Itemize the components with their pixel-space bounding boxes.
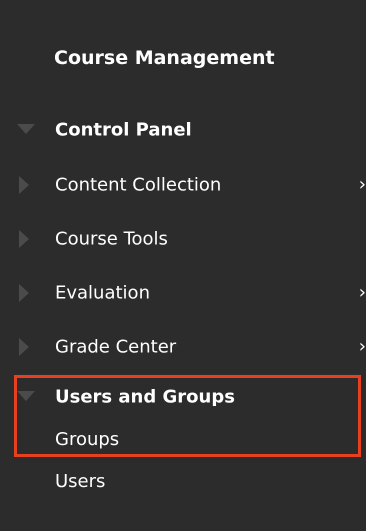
chevron-right-icon[interactable]: › (359, 284, 366, 302)
section-title: Course Management (54, 47, 275, 69)
menu-item-label: Course Tools (55, 228, 168, 250)
course-management-panel: Course Management Control Panel Content … (0, 0, 366, 531)
chevron-right-icon[interactable]: › (359, 176, 366, 194)
triangle-right-icon (19, 284, 29, 302)
menu-item-control-panel[interactable]: Control Panel (0, 110, 366, 150)
triangle-right-icon (19, 338, 29, 356)
menu-item-course-tools[interactable]: Course Tools (0, 219, 366, 259)
triangle-right-icon (19, 176, 29, 194)
submenu-item-users[interactable]: Users (55, 471, 105, 492)
highlight-box (14, 375, 361, 457)
triangle-right-icon (19, 230, 29, 248)
menu-item-content-collection[interactable]: Content Collection › (0, 165, 366, 205)
menu-item-grade-center[interactable]: Grade Center › (0, 327, 366, 367)
menu-item-label: Content Collection (55, 174, 222, 196)
chevron-right-icon[interactable]: › (359, 338, 366, 356)
triangle-down-icon (17, 124, 35, 134)
menu-item-label: Grade Center (55, 336, 177, 358)
menu-item-label: Control Panel (55, 119, 192, 141)
menu-item-label: Evaluation (55, 282, 150, 304)
menu-item-evaluation[interactable]: Evaluation › (0, 273, 366, 313)
